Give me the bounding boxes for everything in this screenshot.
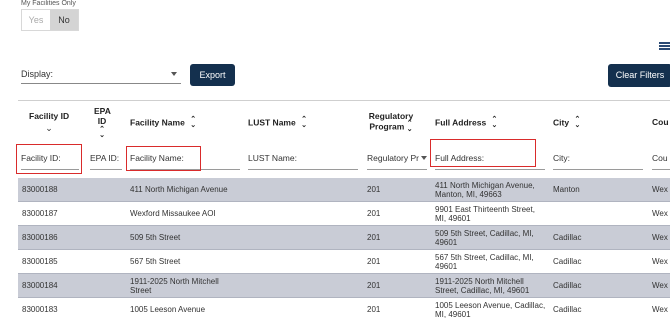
highlight-box bbox=[16, 144, 82, 174]
sort-chevrons-icon[interactable]: ⌃ ⌄ bbox=[407, 120, 413, 133]
col-header-epa-id[interactable]: EPA ID ⌃ ⌄ bbox=[94, 106, 111, 139]
cell-facility-name: 1005 Leeson Avenue bbox=[130, 305, 206, 315]
cell-full-address: 411 North Michigan Avenue, Manton, MI, 4… bbox=[435, 180, 535, 200]
cell-regulatory-program: 201 bbox=[367, 281, 381, 291]
my-facilities-only-label: My Facilities Only bbox=[21, 0, 76, 7]
cell-facility-name: 1911-2025 North Mitchell Street bbox=[130, 276, 219, 296]
sort-chevrons-icon[interactable]: ⌃ ⌄ bbox=[190, 116, 196, 129]
cell-regulatory-program: 201 bbox=[367, 233, 381, 243]
col-header-lust-name[interactable]: LUST Name ⌃ ⌄ bbox=[248, 116, 307, 129]
cell-city: Cadillac bbox=[553, 257, 582, 267]
cell-regulatory-program: 201 bbox=[367, 257, 381, 267]
filter-regulatory-program-value: Regulatory Pr bbox=[367, 153, 419, 163]
table-row[interactable]: 83000187 Wexford Missaukee AOI 201 9901 Eas… bbox=[18, 202, 670, 226]
cell-city: Cadillac bbox=[553, 281, 582, 291]
cell-county: Wex bbox=[652, 281, 668, 291]
highlight-box bbox=[126, 146, 201, 171]
filter-city-input[interactable]: City: bbox=[553, 146, 643, 170]
sort-chevrons-icon[interactable]: ⌃ ⌄ bbox=[492, 116, 498, 129]
col-header-city[interactable]: City ⌃ ⌄ bbox=[553, 116, 580, 129]
cell-facility-id: 83000184 bbox=[22, 281, 58, 291]
sort-chevrons-icon[interactable]: ⌃ ⌄ bbox=[574, 116, 580, 129]
filter-epa-id-input[interactable]: EPA ID: bbox=[90, 146, 122, 170]
cell-facility-name: 509 5th Street bbox=[130, 233, 181, 243]
col-header-county[interactable]: Cou bbox=[652, 117, 669, 127]
export-button[interactable]: Export bbox=[190, 64, 235, 86]
col-header-lust-name-label: LUST Name bbox=[248, 117, 296, 128]
chevron-down-icon bbox=[171, 72, 177, 76]
cell-regulatory-program: 201 bbox=[367, 209, 381, 219]
cell-full-address: 1911-2025 North Mitchell Street, Cadilla… bbox=[435, 276, 530, 296]
col-header-facility-name-label: Facility Name bbox=[130, 117, 185, 128]
cell-facility-name: 411 North Michigan Avenue bbox=[130, 185, 228, 195]
my-facilities-toggle[interactable]: Yes No bbox=[21, 9, 79, 31]
cell-facility-id: 83000188 bbox=[22, 185, 58, 195]
col-header-epa-id-label: EPA ID bbox=[94, 106, 111, 126]
sort-chevrons-icon[interactable]: ⌃ ⌄ bbox=[301, 116, 307, 129]
cell-facility-id: 83000183 bbox=[22, 305, 58, 315]
cell-county: Wex bbox=[652, 305, 668, 315]
cell-facility-name: 567 5th Street bbox=[130, 257, 181, 267]
cell-county: Wex bbox=[652, 209, 668, 219]
cell-city: Cadillac bbox=[553, 233, 582, 243]
cell-full-address: 9901 East Thirteenth Street, MI, 49601 bbox=[435, 204, 535, 224]
cell-facility-id: 83000187 bbox=[22, 209, 58, 219]
chevron-down-icon bbox=[421, 156, 427, 160]
display-label: Display: bbox=[21, 69, 54, 79]
filter-regulatory-program-select[interactable]: Regulatory Pr bbox=[367, 146, 427, 170]
col-header-facility-name[interactable]: Facility Name ⌃ ⌄ bbox=[130, 116, 196, 129]
cell-full-address: 509 5th Street, Cadillac, MI, 49601 bbox=[435, 228, 534, 248]
filter-lust-name-input[interactable]: LUST Name: bbox=[248, 146, 358, 170]
col-header-facility-id-label: Facility ID bbox=[29, 111, 70, 121]
table-row[interactable]: 83000183 1005 Leeson Avenue 201 1005 Leeson… bbox=[18, 298, 670, 320]
col-header-full-address[interactable]: Full Address ⌃ ⌄ bbox=[435, 116, 498, 129]
cell-county: Wex bbox=[652, 257, 668, 267]
display-select[interactable]: Display: bbox=[21, 66, 181, 84]
clear-filters-button[interactable]: Clear Filters bbox=[608, 64, 670, 87]
sort-chevron-down-icon[interactable]: ⌄ bbox=[45, 123, 53, 133]
cell-facility-id: 83000185 bbox=[22, 257, 58, 267]
cell-full-address: 1005 Leeson Avenue, Cadillac, MI, 49601 bbox=[435, 300, 546, 320]
cell-facility-name: Wexford Missaukee AOI bbox=[130, 209, 216, 219]
highlight-box bbox=[430, 139, 536, 167]
toggle-no-option[interactable]: No bbox=[50, 10, 78, 30]
cell-full-address: 567 5th Street, Cadillac, MI, 49601 bbox=[435, 252, 534, 272]
cell-regulatory-program: 201 bbox=[367, 305, 381, 315]
list-view-icon[interactable] bbox=[659, 42, 670, 50]
table-row[interactable]: 83000188 411 North Michigan Avenue 201 411 … bbox=[18, 178, 670, 202]
cell-county: Wex bbox=[652, 185, 668, 195]
toggle-yes-option[interactable]: Yes bbox=[22, 10, 50, 30]
cell-city: Cadillac bbox=[553, 305, 582, 315]
col-header-county-label: Cou bbox=[652, 117, 669, 127]
sort-chevrons-icon[interactable]: ⌃ ⌄ bbox=[99, 126, 105, 139]
cell-county: Wex bbox=[652, 233, 668, 243]
cell-city: Manton bbox=[553, 185, 580, 195]
table-row[interactable]: 83000186 509 5th Street 201 509 5th Street,… bbox=[18, 226, 670, 250]
table-row[interactable]: 83000185 567 5th Street 201 567 5th Street,… bbox=[18, 250, 670, 274]
col-header-facility-id[interactable]: Facility ID ⌄ bbox=[29, 111, 69, 133]
table-row[interactable]: 83000184 1911-2025 North Mitchell Street 2… bbox=[18, 274, 670, 298]
col-header-regulatory-program[interactable]: Regulatory Program ⌃ ⌄ bbox=[366, 111, 416, 133]
col-header-full-address-label: Full Address bbox=[435, 117, 487, 128]
cell-facility-id: 83000186 bbox=[22, 233, 58, 243]
cell-city bbox=[553, 202, 643, 226]
filter-county-input[interactable]: Cou bbox=[652, 146, 670, 170]
grid-divider bbox=[18, 100, 670, 101]
cell-regulatory-program: 201 bbox=[367, 185, 381, 195]
col-header-city-label: City bbox=[553, 117, 570, 128]
